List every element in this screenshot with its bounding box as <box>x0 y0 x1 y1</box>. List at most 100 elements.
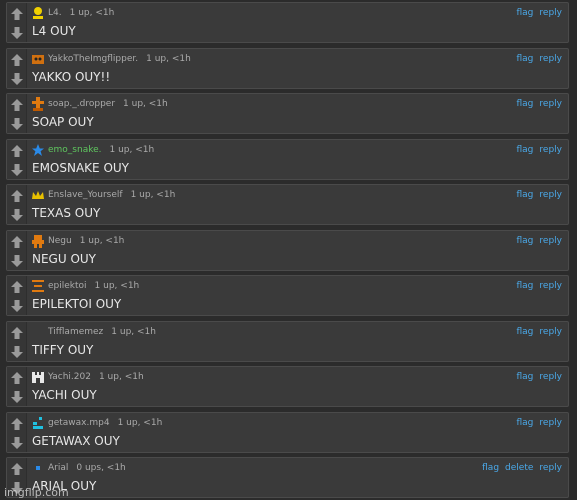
flag-link[interactable]: flag <box>517 372 534 382</box>
reply-link[interactable]: reply <box>539 418 562 428</box>
upvote-arrow-icon[interactable] <box>10 279 24 293</box>
username-link[interactable]: Yachi.202 <box>48 372 91 382</box>
comment-text: YAKKO OUY!! <box>32 69 111 84</box>
reply-link[interactable]: reply <box>539 99 562 109</box>
comment-card: emo_snake. 1 up, <1h EMOSNAKE OUY flag reply <box>6 138 569 180</box>
flag-link[interactable]: flag <box>517 145 534 155</box>
username-link[interactable]: Negu <box>48 236 72 246</box>
downvote-arrow-icon[interactable] <box>10 162 24 176</box>
upvote-arrow-icon[interactable] <box>10 370 24 384</box>
downvote-arrow-icon[interactable] <box>10 71 24 85</box>
orange-figure-icon[interactable] <box>31 234 45 248</box>
white-castle-icon[interactable] <box>31 370 45 384</box>
upvote-arrow-icon[interactable] <box>10 143 24 157</box>
vote-stats: 1 up, <1h <box>146 53 191 64</box>
username-link[interactable]: Tifflamemez <box>48 327 103 337</box>
vote-stats: 1 up, <1h <box>94 281 140 291</box>
vote-column <box>7 94 27 133</box>
username-link[interactable]: YakkoTheImgflipper. <box>48 54 138 64</box>
upvote-arrow-icon[interactable] <box>10 325 24 339</box>
flag-link[interactable]: flag <box>517 54 534 64</box>
comment-card: getawax.mp4 1 up, <1h GETAWAX OUY flag reply <box>6 411 569 453</box>
comment-meta: Enslave_Yourself 1 up, <1h <box>31 188 175 202</box>
reply-link[interactable]: reply <box>539 281 562 291</box>
orange-stack-icon[interactable] <box>31 279 45 293</box>
vote-column <box>7 230 27 270</box>
flag-link[interactable]: flag <box>517 418 534 428</box>
reply-link[interactable]: reply <box>539 327 562 337</box>
flag-link[interactable]: flag <box>517 236 534 246</box>
orange-crown-icon[interactable] <box>31 52 45 66</box>
reply-link[interactable]: reply <box>539 372 562 382</box>
comment-text: NEGU OUY <box>32 251 97 266</box>
comment-body: Enslave_Yourself 1 up, <1h TEXAS OUY flag re… <box>27 185 568 224</box>
blue-star-icon[interactable] <box>31 143 45 157</box>
downvote-arrow-icon[interactable] <box>10 435 24 449</box>
reply-link[interactable]: reply <box>539 463 562 473</box>
upvote-arrow-icon[interactable] <box>10 188 24 202</box>
flag-link[interactable]: flag <box>517 8 534 18</box>
vote-stats: 0 ups, <1h <box>76 463 126 473</box>
downvote-arrow-icon[interactable] <box>10 116 24 130</box>
comment-text: GETAWAX OUY <box>32 433 120 448</box>
flag-link[interactable]: flag <box>517 190 534 200</box>
vote-column <box>7 3 27 42</box>
reply-link[interactable]: reply <box>539 145 562 155</box>
username-link[interactable]: soap._.dropper <box>48 99 115 109</box>
comment-actions: flag reply <box>517 327 563 337</box>
downvote-arrow-icon[interactable] <box>10 25 24 39</box>
comment-text: L4 OUY <box>32 24 76 38</box>
comment-meta: getawax.mp4 1 up, <1h <box>31 416 162 430</box>
orange-totem-icon[interactable] <box>31 97 45 111</box>
upvote-arrow-icon[interactable] <box>10 461 24 475</box>
comment-body: epilektoi 1 up, <1h EPILEKTOI OUY flag reply <box>27 276 568 315</box>
reply-link[interactable]: reply <box>539 190 562 200</box>
gold-crown-icon[interactable] <box>31 188 45 202</box>
upvote-arrow-icon[interactable] <box>10 416 24 430</box>
flag-link[interactable]: flag <box>517 99 534 109</box>
reply-link[interactable]: reply <box>539 236 562 246</box>
vote-column <box>7 185 27 224</box>
comment-actions: flag reply <box>517 418 563 428</box>
flag-link[interactable]: flag <box>517 281 534 291</box>
vote-stats: 1 up, <1h <box>130 190 176 200</box>
comment-actions: flag reply <box>517 190 563 200</box>
comment-card: Negu 1 up, <1h NEGU OUY flag reply <box>6 229 569 271</box>
comment-actions: flag reply <box>517 372 563 382</box>
downvote-arrow-icon[interactable] <box>10 344 24 358</box>
yellow-person-icon[interactable] <box>31 6 45 20</box>
comment-card: YakkoTheImgflipper. 1 up, <1h YAKKO OUY!! f… <box>6 47 569 89</box>
cyan-pixel-icon[interactable] <box>31 416 45 430</box>
upvote-arrow-icon[interactable] <box>10 97 24 111</box>
flag-link[interactable]: flag <box>482 463 499 473</box>
username-link[interactable]: L4. <box>48 8 62 18</box>
downvote-arrow-icon[interactable] <box>10 207 24 221</box>
upvote-arrow-icon[interactable] <box>10 6 24 20</box>
username-link[interactable]: emo_snake. <box>48 145 102 155</box>
comment-body: getawax.mp4 1 up, <1h GETAWAX OUY flag reply <box>27 413 568 452</box>
vote-stats: 1 up, <1h <box>123 99 168 109</box>
upvote-arrow-icon[interactable] <box>10 52 24 66</box>
comment-card: Yachi.202 1 up, <1h YACHI OUY flag reply <box>6 366 569 407</box>
blank-avatar-icon[interactable] <box>31 325 45 339</box>
vote-column <box>7 48 27 88</box>
username-link[interactable]: Enslave_Yourself <box>48 190 123 200</box>
comment-text: YACHI OUY <box>32 388 97 402</box>
vote-column <box>7 321 27 361</box>
username-link[interactable]: Arial <box>48 463 68 473</box>
reply-link[interactable]: reply <box>539 8 562 18</box>
downvote-arrow-icon[interactable] <box>10 389 24 403</box>
comment-body: YakkoTheImgflipper. 1 up, <1h YAKKO OUY!! f… <box>27 49 568 88</box>
upvote-arrow-icon[interactable] <box>10 234 24 248</box>
small-blue-dot-icon[interactable] <box>31 461 45 475</box>
username-link[interactable]: getawax.mp4 <box>48 418 110 428</box>
vote-column <box>7 367 27 406</box>
delete-link[interactable]: delete <box>505 463 533 473</box>
comment-meta: Yachi.202 1 up, <1h <box>31 370 144 384</box>
username-link[interactable]: epilektoi <box>48 281 87 291</box>
flag-link[interactable]: flag <box>517 327 534 337</box>
downvote-arrow-icon[interactable] <box>10 253 24 267</box>
vote-column <box>7 412 27 452</box>
reply-link[interactable]: reply <box>539 54 562 64</box>
downvote-arrow-icon[interactable] <box>10 298 24 312</box>
